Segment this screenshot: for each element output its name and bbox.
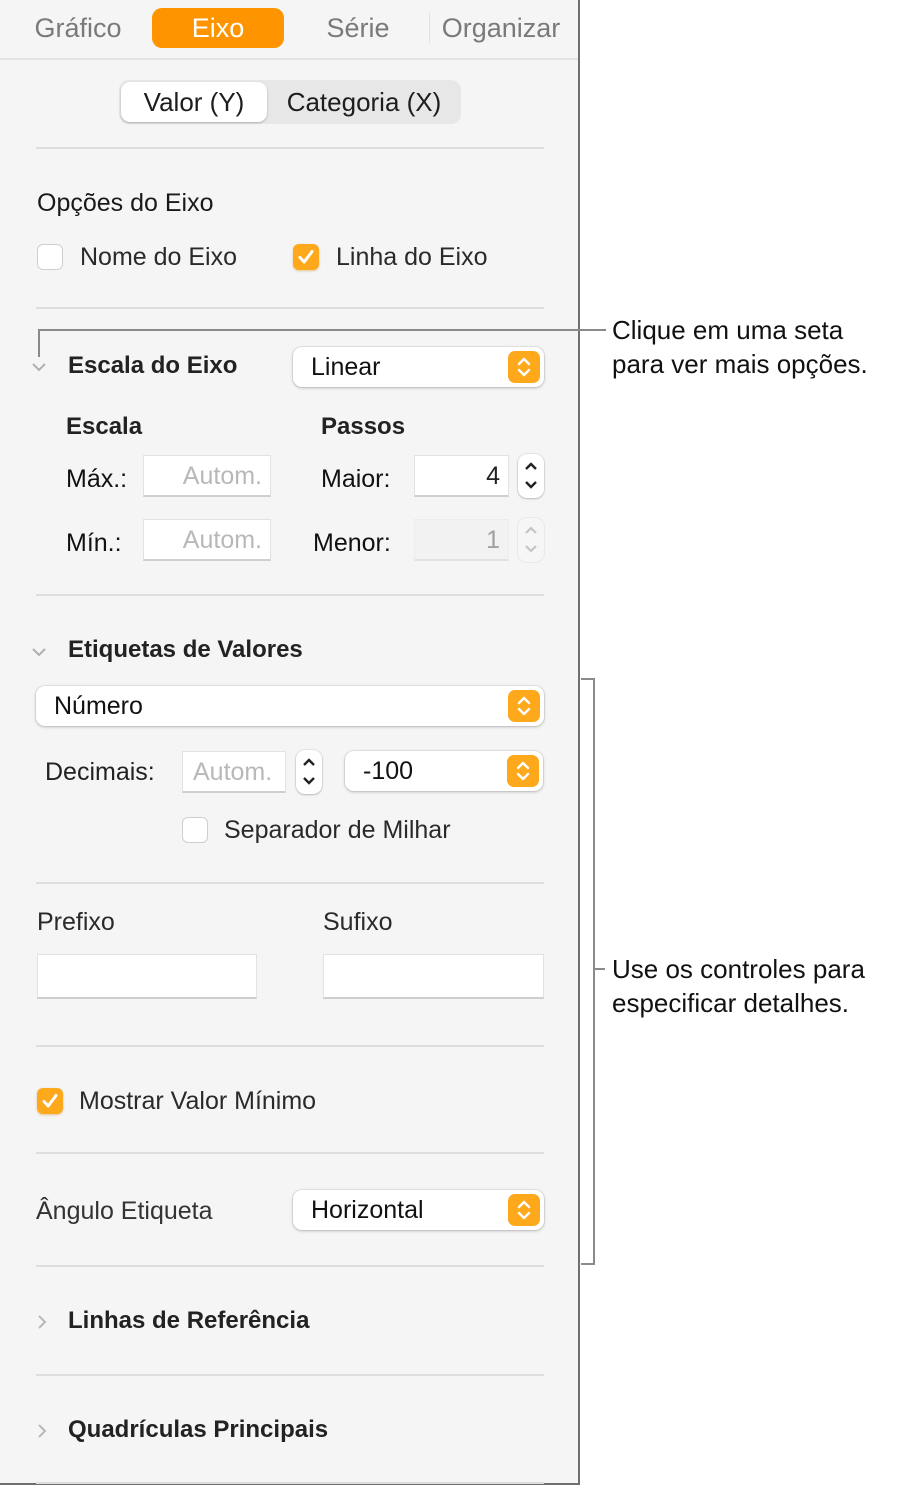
popup-arrows-icon xyxy=(508,690,540,722)
decimals-label: Decimais: xyxy=(45,758,155,786)
callout-line-2: especificar detalhes. xyxy=(612,988,850,1018)
max-label: Máx.: xyxy=(66,465,128,493)
reference-lines-section[interactable]: Linhas de Referência xyxy=(68,1307,309,1335)
chevron-down-icon[interactable] xyxy=(31,359,47,375)
stepper-down-icon xyxy=(518,540,544,562)
axis-name-label: Nome do Eixo xyxy=(80,243,238,271)
divider xyxy=(36,307,544,309)
decimals-stepper[interactable] xyxy=(296,750,322,794)
steps-header: Passos xyxy=(321,413,406,440)
tab-eixo[interactable]: Eixo xyxy=(152,8,284,48)
thousands-separator-label: Separador de Milhar xyxy=(224,816,451,844)
scale-header: Escala xyxy=(66,413,143,440)
show-minimum-checkbox[interactable] xyxy=(37,1088,63,1114)
callout-leader-line xyxy=(38,329,40,357)
callout-controls-hint: Use os controles para especificar detalh… xyxy=(612,952,865,1020)
negative-format-value: -100 xyxy=(363,757,414,785)
divider xyxy=(36,1265,544,1267)
callout-line-1: Use os controles para xyxy=(612,954,865,984)
callout-line-2: para ver mais opções. xyxy=(612,349,868,379)
callout-line-1: Clique em uma seta xyxy=(612,315,844,345)
axis-scale-title: Escala do Eixo xyxy=(68,352,238,379)
axis-scale-value: Linear xyxy=(311,353,381,381)
minor-steps-stepper xyxy=(518,518,544,562)
suffix-field[interactable] xyxy=(323,954,544,999)
show-minimum-label: Mostrar Valor Mínimo xyxy=(79,1087,317,1115)
value-format-value: Número xyxy=(54,692,143,720)
callout-bracket-bottom xyxy=(581,1263,595,1265)
min-label: Mín.: xyxy=(66,529,122,557)
divider xyxy=(36,594,544,596)
tab-grafico[interactable]: Gráfico xyxy=(22,8,134,48)
divider xyxy=(36,1152,544,1154)
popup-arrows-icon xyxy=(508,1194,540,1226)
tab-serie[interactable]: Série xyxy=(310,8,406,48)
label-angle-popup[interactable]: Horizontal xyxy=(293,1190,544,1230)
prefix-label: Prefixo xyxy=(37,908,115,936)
segment-valor-y[interactable]: Valor (Y) xyxy=(121,82,267,122)
divider xyxy=(36,1482,544,1484)
value-labels-title: Etiquetas de Valores xyxy=(68,636,303,663)
stepper-down-icon[interactable] xyxy=(518,476,544,498)
axis-segmented-control: Valor (Y) Categoria (X) xyxy=(119,80,461,124)
stepper-down-icon[interactable] xyxy=(296,772,322,794)
segment-categoria-x[interactable]: Categoria (X) xyxy=(269,80,459,124)
inspector-tab-bar: Gráfico Eixo Série Organizar xyxy=(0,0,578,60)
format-inspector-panel: Gráfico Eixo Série Organizar Valor (Y) C… xyxy=(0,0,580,1485)
max-field[interactable]: Autom. xyxy=(143,455,271,497)
divider xyxy=(36,1374,544,1376)
axis-line-label: Linha do Eixo xyxy=(336,243,488,271)
callout-leader-line xyxy=(595,968,605,970)
axis-name-checkbox[interactable] xyxy=(37,244,63,270)
callout-bracket xyxy=(593,678,595,1265)
suffix-label: Sufixo xyxy=(323,908,393,936)
stepper-up-icon xyxy=(518,518,544,540)
callout-arrow-hint: Clique em uma seta para ver mais opções. xyxy=(612,313,868,381)
value-format-popup[interactable]: Número xyxy=(36,686,544,726)
prefix-field[interactable] xyxy=(37,954,257,999)
minor-label: Menor: xyxy=(313,529,391,557)
stepper-up-icon[interactable] xyxy=(518,454,544,476)
stepper-up-icon[interactable] xyxy=(296,750,322,772)
callout-leader-line xyxy=(38,329,606,331)
checkmark-icon xyxy=(298,250,314,264)
major-gridlines-section[interactable]: Quadrículas Principais xyxy=(68,1416,328,1444)
divider xyxy=(36,147,544,149)
chevron-right-icon[interactable] xyxy=(34,1423,50,1439)
axis-options-title: Opções do Eixo xyxy=(37,189,214,217)
checkmark-icon xyxy=(42,1094,58,1108)
tab-separator xyxy=(429,13,430,43)
decimals-field[interactable]: Autom. xyxy=(182,751,286,793)
label-angle-value: Horizontal xyxy=(311,1196,424,1224)
major-label: Maior: xyxy=(321,465,391,493)
divider xyxy=(36,1045,544,1047)
minor-steps-field: 1 xyxy=(414,519,509,561)
axis-line-checkbox[interactable] xyxy=(293,244,319,270)
popup-arrows-icon xyxy=(507,755,539,787)
chevron-right-icon[interactable] xyxy=(34,1314,50,1330)
major-steps-field[interactable]: 4 xyxy=(414,455,509,497)
axis-scale-popup[interactable]: Linear xyxy=(293,347,544,387)
min-field[interactable]: Autom. xyxy=(143,519,271,561)
popup-arrows-icon xyxy=(508,351,540,383)
divider xyxy=(36,882,544,884)
chevron-down-icon[interactable] xyxy=(31,644,47,660)
thousands-separator-checkbox[interactable] xyxy=(182,817,208,843)
negative-format-popup[interactable]: -100 xyxy=(345,751,543,791)
major-steps-stepper[interactable] xyxy=(518,454,544,498)
label-angle-label: Ângulo Etiqueta xyxy=(36,1197,213,1225)
tab-organizar[interactable]: Organizar xyxy=(436,8,566,48)
